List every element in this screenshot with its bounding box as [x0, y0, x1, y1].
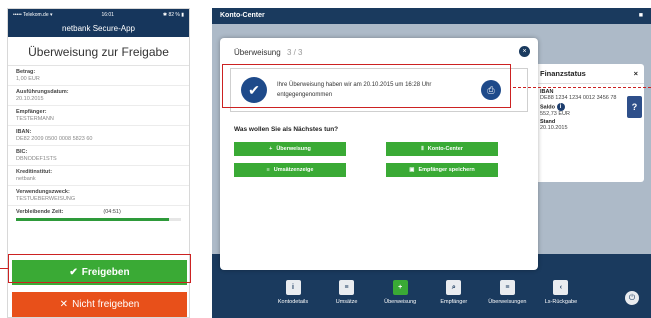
detail-label: Verwendungszweck: — [16, 189, 70, 195]
detail-field: Verwendungszweck: TESTUEBERWEISUNG — [8, 186, 189, 206]
approve-highlight-frame — [8, 254, 191, 283]
time-progress-fill — [16, 218, 170, 221]
saldo-value: 552,73 EUR — [540, 111, 570, 117]
dock-icon: ⌕ — [446, 280, 462, 295]
detail-field: Betrag: 1,00 EUR — [8, 66, 189, 86]
user-icon[interactable]: ■ — [639, 12, 643, 20]
dock-label: Überweisung — [384, 299, 417, 305]
iban-value: DE88 1234 1234 0012 3456 78 — [540, 95, 617, 101]
transfer-details: Betrag: 1,00 EUR Ausführungsdatum: 20.10.20… — [8, 66, 189, 206]
remaining-time: Verbleibende Zeit: (04:51) — [8, 206, 189, 215]
time-progress-bar — [16, 218, 181, 221]
saldo-label: Saldo — [540, 104, 555, 111]
detail-field: BIC: DBNODEF1STS — [8, 146, 189, 166]
timer-label: Verbleibende Zeit: — [16, 209, 64, 215]
finanzstatus-header: Finanzstatus × — [534, 64, 644, 84]
detail-label: BIC: — [16, 149, 28, 155]
detail-value: DE82 2009 0500 0008 5823 60 — [16, 136, 93, 142]
info-icon[interactable]: i — [556, 103, 565, 111]
dock-icon: i — [285, 280, 301, 295]
action-label: Konto-Center — [427, 146, 463, 152]
close-icon: ✕ — [59, 299, 69, 310]
bottom-dock: i Kontodetails ≡ Umsätze + Überweisung ⌕ Empfän… — [272, 280, 582, 318]
dock-item[interactable]: ≡ Umsätze — [326, 280, 368, 318]
phone-status-bar: ••••• Telekom.de ▾ 16:01 ✱ 82 % ▮ — [8, 9, 189, 20]
detail-label: Ausführungsdatum: — [16, 89, 69, 95]
stand-value: 20.10.2015 — [540, 125, 568, 131]
status-time: 16:01 — [101, 11, 114, 18]
detail-value: 1,00 EUR — [16, 76, 40, 82]
konto-center-window: Konto-Center ■ Finanzstatus × IBAN DE88 … — [212, 8, 651, 318]
window-title-bar: Konto-Center ■ — [212, 8, 651, 24]
timer-value: (04:51) — [103, 209, 121, 215]
dialog-close-icon[interactable]: × — [519, 46, 530, 57]
action-label: Überweisung — [276, 146, 311, 152]
save-icon: ▣ — [409, 167, 415, 173]
dock-item[interactable]: ⌕ Empfänger — [433, 280, 475, 318]
action-label: Umsätzenzeige — [273, 167, 314, 173]
dock-label: Ls-Rückgabe — [544, 299, 578, 305]
dialog-step: 3 / 3 — [286, 48, 303, 57]
dock-item[interactable]: i Kontodetails — [272, 280, 314, 318]
dock-icon: ≡ — [499, 280, 515, 295]
reject-button[interactable]: ✕ Nicht freigeben — [12, 292, 187, 317]
dock-label: Empfänger — [440, 299, 468, 305]
carrier-text: ••••• Telekom.de ▾ — [13, 11, 53, 18]
next-steps-question: Was wollen Sie als Nächstes tun? — [234, 126, 339, 133]
dialog-title: Überweisung 3 / 3 — [220, 38, 538, 57]
detail-value: 20.10.2015 — [16, 96, 44, 102]
finanzstatus-panel: Finanzstatus × IBAN DE88 1234 1234 0012 … — [534, 64, 644, 182]
window-title: Konto-Center — [220, 12, 265, 19]
dock-item[interactable]: ‹ Ls-Rückgabe — [540, 280, 582, 318]
confirmation-highlight-frame — [222, 64, 511, 108]
detail-value: TESTERMANN — [16, 116, 54, 122]
finanzstatus-title: Finanzstatus — [540, 69, 586, 78]
columns-icon: Ⅱ — [421, 146, 424, 152]
dialog-title-text: Überweisung — [234, 48, 281, 57]
list-icon: ≡ — [266, 167, 270, 173]
detail-label: Empfänger: — [16, 109, 47, 115]
highlight-connector-right — [513, 87, 651, 88]
action-konto-center-button[interactable]: Ⅱ Konto-Center — [386, 142, 498, 156]
detail-label: Betrag: — [16, 69, 36, 75]
detail-field: Kreditinstitut: netbank — [8, 166, 189, 186]
dock-icon: ‹ — [553, 280, 569, 295]
help-button[interactable]: ? — [627, 96, 642, 118]
detail-field: IBAN: DE82 2009 0500 0008 5823 60 — [8, 126, 189, 146]
action-ueberweisung-button[interactable]: + Überweisung — [234, 142, 346, 156]
dock-label: Umsätze — [335, 299, 358, 305]
dock-icon: ≡ — [339, 280, 355, 295]
detail-field: Empfänger: TESTERMANN — [8, 106, 189, 126]
dock-icon: + — [392, 280, 408, 295]
action-save-recipient-button[interactable]: ▣ Empfänger speichern — [386, 163, 498, 177]
detail-label: IBAN: — [16, 129, 32, 135]
stand-row: Stand 20.10.2015 — [534, 117, 644, 131]
battery-text: ✱ 82 % ▮ — [162, 11, 184, 18]
reject-label: Nicht freigeben — [72, 299, 140, 310]
detail-field: Ausführungsdatum: 20.10.2015 — [8, 86, 189, 106]
finanzstatus-close-icon[interactable]: × — [634, 69, 638, 78]
dock-item[interactable]: ≡ Überweisungen — [486, 280, 528, 318]
page-title: Überweisung zur Freigabe — [8, 37, 189, 66]
dock-label: Überweisungen — [488, 299, 527, 305]
logout-icon[interactable]: ⏻ — [625, 291, 639, 305]
detail-value: TESTUEBERWEISUNG — [16, 196, 76, 202]
detail-value: netbank — [16, 176, 36, 182]
plus-icon: + — [269, 146, 273, 152]
detail-label: Kreditinstitut: — [16, 169, 53, 175]
action-umsaetze-button[interactable]: ≡ Umsätzenzeige — [234, 163, 346, 177]
highlight-connector-left — [0, 268, 8, 269]
dock-item[interactable]: + Überweisung — [379, 280, 421, 318]
dock-label: Kontodetails — [277, 299, 309, 305]
detail-value: DBNODEF1STS — [16, 156, 57, 162]
action-label: Empfänger speichern — [418, 167, 475, 173]
app-title-bar: netbank Secure-App — [8, 20, 189, 37]
